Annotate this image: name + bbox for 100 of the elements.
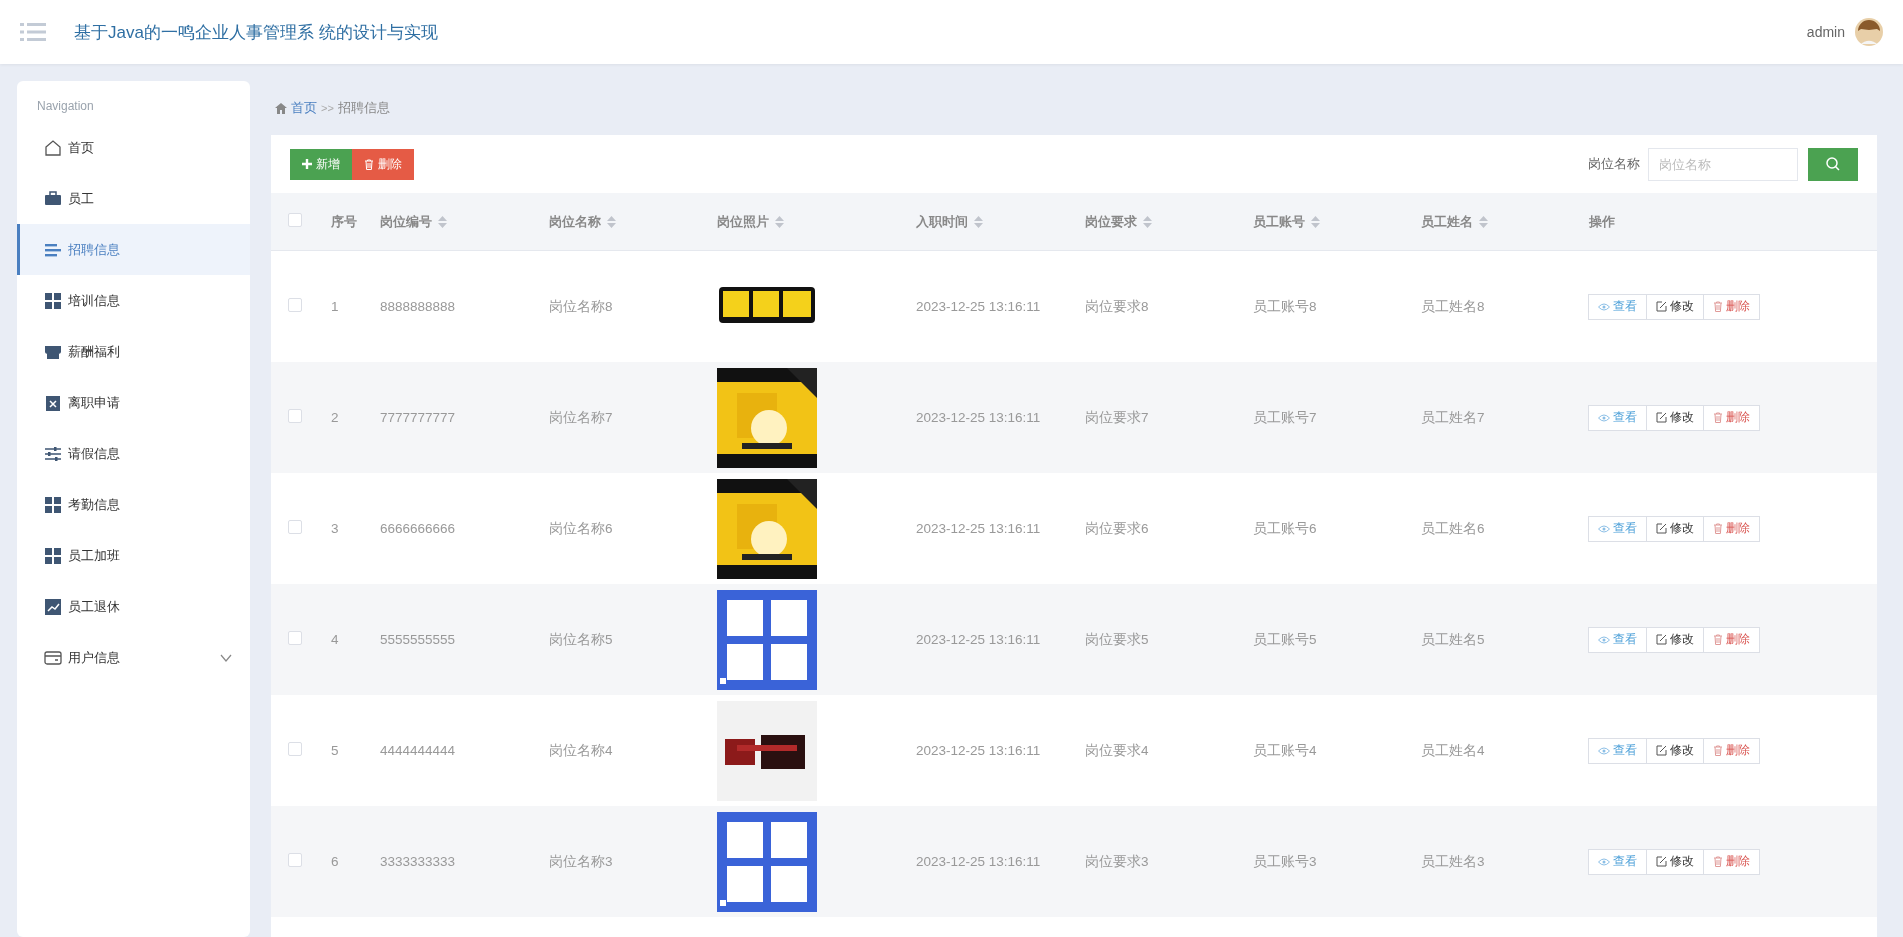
table-cell: 3333333333 (380, 854, 456, 869)
sort-icon[interactable] (438, 215, 447, 228)
delete-button[interactable]: 删除 (1703, 515, 1760, 542)
column-header: 序号 (331, 212, 357, 231)
nav-item[interactable]: 培训信息 (17, 275, 250, 326)
edit-button[interactable]: 修改 (1646, 404, 1704, 431)
nav-item[interactable]: 员工 (17, 173, 250, 224)
search-button[interactable] (1808, 147, 1858, 181)
column-header: 员工账号 (1253, 212, 1305, 231)
user-name[interactable]: admin (1806, 24, 1845, 40)
edit-button[interactable]: 修改 (1646, 293, 1704, 320)
edit-button[interactable]: 修改 (1646, 848, 1704, 875)
checkbox[interactable] (288, 853, 302, 867)
table-cell: 员工账号5 (1253, 631, 1317, 647)
sort-icon[interactable] (1479, 215, 1488, 228)
column-header: 员工姓名 (1421, 212, 1473, 231)
sort-icon[interactable] (1311, 215, 1320, 228)
eye-icon (1598, 413, 1610, 422)
nav-item[interactable]: 考勤信息 (17, 479, 250, 530)
breadcrumb-current: 招聘信息 (337, 99, 390, 117)
nav-item[interactable]: 首页 (17, 122, 250, 173)
edit-icon (1656, 856, 1667, 867)
trash-icon (1713, 745, 1723, 756)
nav-item[interactable]: 薪酬福利 (17, 326, 250, 377)
edit-button[interactable]: 修改 (1646, 626, 1704, 653)
menu-icon[interactable] (20, 22, 46, 42)
nav-item[interactable]: 请假信息 (17, 428, 250, 479)
table-cell: 员工姓名5 (1421, 631, 1485, 647)
search-field[interactable]: 岗位名称 (1648, 147, 1798, 181)
column-header: 入职时间 (916, 212, 968, 231)
card-icon (44, 648, 62, 667)
delete-button[interactable]: 删除 (1703, 626, 1760, 653)
checkbox[interactable] (288, 742, 302, 756)
column-header: 岗位要求 (1085, 212, 1137, 231)
table-cell: 岗位名称6 (549, 520, 613, 536)
table-cell: 岗位要求4 (1085, 742, 1149, 758)
table-cell: 岗位名称3 (549, 853, 613, 869)
nav-item[interactable]: 员工加班 (17, 530, 250, 581)
view-button[interactable]: 查看 (1588, 848, 1647, 875)
delete-button[interactable]: 删除 (1703, 404, 1760, 431)
delete-button[interactable]: 删除 (1703, 737, 1760, 764)
trash-icon (1713, 301, 1723, 312)
table-cell: 员工账号6 (1253, 520, 1317, 536)
nav-item[interactable]: 招聘信息 (17, 224, 250, 275)
table-cell: 4444444444 (380, 743, 456, 758)
delete-button[interactable]: 删除 (1703, 848, 1760, 875)
breadcrumb-link[interactable]: 首页 (291, 99, 317, 117)
checkbox[interactable] (288, 409, 302, 423)
eye-icon (1598, 746, 1610, 755)
trash-icon (1713, 412, 1723, 423)
column-header: 岗位名称 (549, 212, 601, 231)
delete-button[interactable]: 删除 (352, 148, 414, 180)
checkbox[interactable] (288, 298, 302, 312)
table-cell: 3 (331, 521, 339, 536)
table-cell: 2023-12-25 13:16:11 (916, 632, 1041, 647)
table-cell: 6 (331, 854, 339, 869)
edit-button[interactable]: 修改 (1646, 737, 1704, 764)
table-cell: 5555555555 (380, 632, 456, 647)
search-label: 岗位名称 (1588, 155, 1640, 173)
view-button[interactable]: 查看 (1588, 515, 1647, 542)
edit-icon (1656, 523, 1667, 534)
eye-icon (1598, 524, 1610, 533)
sort-icon[interactable] (1143, 215, 1152, 228)
trash-icon (1713, 856, 1723, 867)
sort-icon[interactable] (607, 215, 616, 228)
table-cell: 岗位要求5 (1085, 631, 1149, 647)
nav-item[interactable]: 员工退休 (17, 581, 250, 632)
avatar-icon[interactable] (1855, 18, 1883, 46)
sort-icon[interactable] (775, 215, 784, 228)
table-cell: 7777777777 (380, 410, 456, 425)
table-cell: 岗位要求8 (1085, 298, 1149, 314)
add-button[interactable]: 新增 (290, 148, 352, 180)
delete-button[interactable]: 删除 (1703, 293, 1760, 320)
sort-icon[interactable] (974, 215, 983, 228)
table-cell: 8888888888 (380, 299, 456, 314)
edit-button[interactable]: 修改 (1646, 515, 1704, 542)
view-button[interactable]: 查看 (1588, 293, 1647, 320)
plus-icon (302, 159, 312, 169)
checkbox[interactable] (288, 213, 302, 227)
app-title: 基于Java的一鸣企业人事管理系 统的设计与实现 (74, 21, 438, 44)
nav-item[interactable]: 离职申请 (17, 377, 250, 428)
view-button[interactable]: 查看 (1588, 737, 1647, 764)
view-button[interactable]: 查看 (1588, 626, 1647, 653)
home-icon (275, 102, 287, 114)
trash-icon (364, 158, 374, 170)
breadcrumb-separator: >> (321, 102, 334, 114)
view-button[interactable]: 查看 (1588, 404, 1647, 431)
table-cell: 6666666666 (380, 521, 456, 536)
chevron-icon[interactable] (220, 653, 232, 662)
eye-icon (1598, 857, 1610, 866)
table-cell: 2 (331, 410, 339, 425)
nav-item[interactable]: 用户信息 (17, 632, 250, 683)
table-cell: 员工姓名3 (1421, 853, 1485, 869)
checkbox[interactable] (288, 520, 302, 534)
chart-icon (44, 597, 62, 616)
table-cell: 员工姓名7 (1421, 409, 1485, 425)
trash-icon (1713, 634, 1723, 645)
table-cell: 岗位名称8 (549, 298, 613, 314)
checkbox[interactable] (288, 631, 302, 645)
nav-heading: Navigation (36, 99, 95, 115)
